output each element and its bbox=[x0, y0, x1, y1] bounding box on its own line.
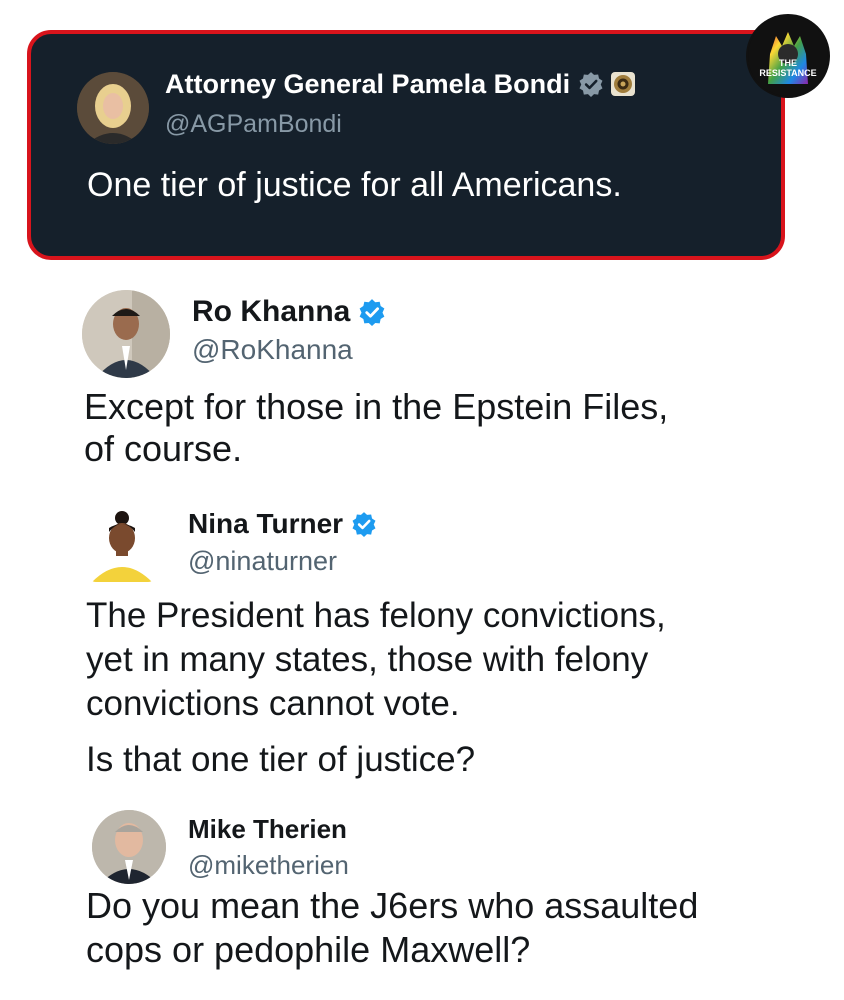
tweet-text-line: convictions cannot vote. bbox=[86, 684, 460, 723]
author-name[interactable]: Nina Turner bbox=[188, 508, 343, 540]
avatar[interactable] bbox=[92, 810, 166, 884]
person-portrait-icon bbox=[88, 506, 156, 582]
person-portrait-icon bbox=[82, 290, 170, 378]
logo-text-line2: RESISTANCE bbox=[759, 68, 817, 78]
author-handle[interactable]: @miketherien bbox=[188, 850, 349, 881]
author-name[interactable]: Attorney General Pamela Bondi bbox=[165, 69, 570, 100]
verified-badge-icon bbox=[352, 512, 376, 537]
logo-text-line1: THE bbox=[779, 58, 797, 68]
tweet-text-line: One tier of justice for all Americans. bbox=[87, 166, 622, 204]
avatar[interactable] bbox=[88, 506, 156, 582]
author-handle[interactable]: @AGPamBondi bbox=[165, 110, 342, 139]
statue-of-liberty-icon bbox=[748, 16, 828, 96]
tweet-text: Except for those in the Epstein Files, o… bbox=[84, 386, 668, 470]
author-name[interactable]: Mike Therien bbox=[188, 814, 347, 845]
tweet-text-line: Except for those in the Epstein Files, bbox=[84, 386, 669, 427]
tweet-text-line: yet in many states, those with felony bbox=[86, 640, 649, 679]
avatar[interactable] bbox=[82, 290, 170, 378]
person-portrait-icon bbox=[77, 72, 149, 144]
resistance-logo: THE RESISTANCE bbox=[746, 14, 830, 98]
tweet-text: Do you mean the J6ers who assaulted cops… bbox=[86, 884, 698, 972]
author-handle[interactable]: @RoKhanna bbox=[192, 334, 353, 366]
government-seal-icon bbox=[611, 72, 636, 96]
tweet-text-paragraph: Is that one tier of justice? bbox=[86, 740, 476, 779]
avatar[interactable] bbox=[77, 72, 149, 144]
author-row: Nina Turner bbox=[188, 506, 377, 542]
author-row: Mike Therien bbox=[188, 812, 347, 846]
author-handle[interactable]: @ninaturner bbox=[188, 546, 337, 577]
logo-text: THE RESISTANCE bbox=[746, 58, 830, 78]
tweet-text: The President has felony convictions, ye… bbox=[86, 594, 666, 726]
tweet-text-line: Do you mean the J6ers who assaulted bbox=[86, 885, 699, 926]
author-row: Ro Khanna bbox=[192, 292, 386, 332]
verified-badge-icon bbox=[579, 72, 603, 97]
tweet-text-line: cops or pedophile Maxwell? bbox=[86, 929, 531, 970]
highlighted-tweet-card[interactable]: Attorney General Pamela Bondi @AGPamBond… bbox=[27, 30, 785, 260]
person-portrait-icon bbox=[92, 810, 166, 884]
tweet-text: One tier of justice for all Americans. bbox=[87, 166, 622, 205]
tweet-text-line: of course. bbox=[84, 428, 243, 469]
author-row: Attorney General Pamela Bondi bbox=[165, 64, 636, 104]
verified-badge-icon bbox=[359, 299, 385, 326]
tweet-text-line: The President has felony convictions, bbox=[86, 596, 666, 635]
author-name[interactable]: Ro Khanna bbox=[192, 295, 350, 329]
